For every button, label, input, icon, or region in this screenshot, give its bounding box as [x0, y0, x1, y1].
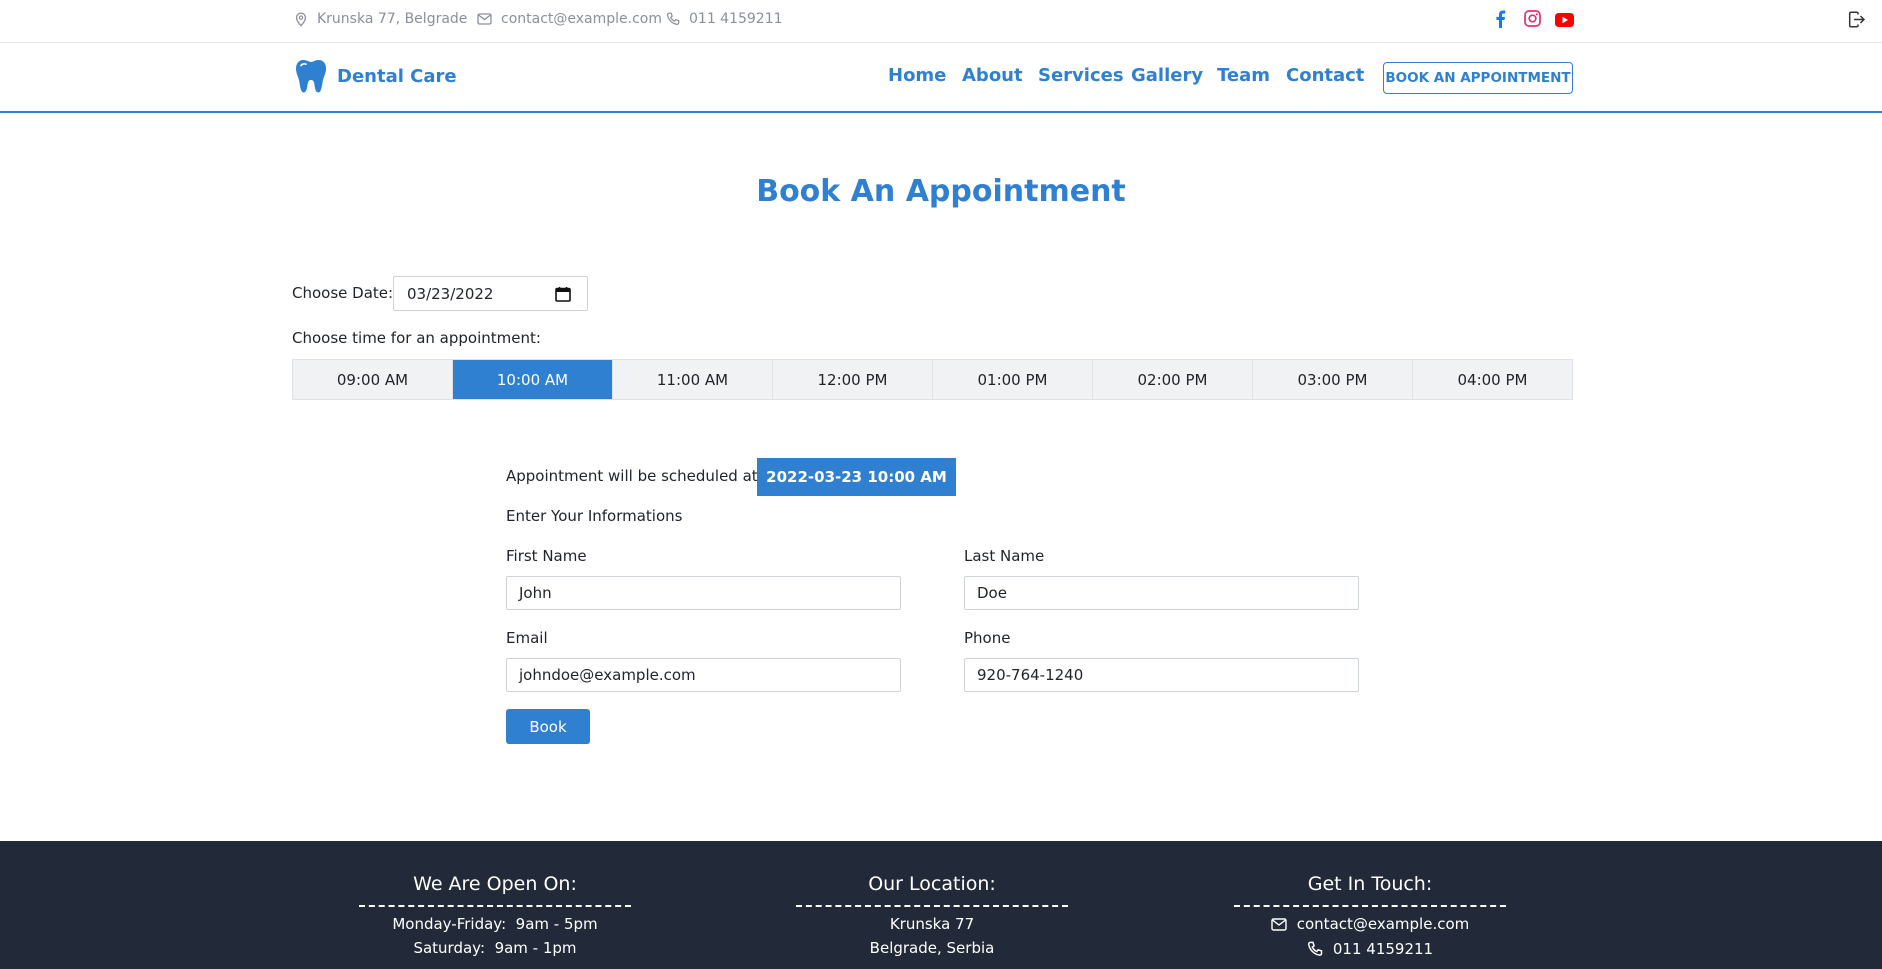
location-title: Our Location:	[796, 873, 1068, 907]
hours-row: Saturday: 9am - 1pm	[359, 939, 631, 957]
date-input[interactable]: 03/23/2022	[393, 276, 588, 311]
logout-icon[interactable]	[1848, 11, 1866, 32]
footer-email[interactable]: contact@example.com	[1234, 917, 1506, 932]
scheduled-datetime-badge: 2022-03-23 10:00 AM	[757, 458, 956, 496]
site-footer: We Are Open On: Monday-Friday: 9am - 5pm…	[0, 841, 1882, 969]
main-navbar: Dental Care Home About Services Gallery …	[0, 43, 1882, 113]
footer-hours: We Are Open On: Monday-Friday: 9am - 5pm…	[359, 841, 631, 957]
address-text: Krunska 77, Belgrade	[317, 11, 468, 27]
book-appointment-button[interactable]: BOOK AN APPOINTMENT	[1383, 62, 1573, 94]
first-name-label: First Name	[506, 547, 587, 565]
phone-label: Phone	[964, 629, 1011, 647]
envelope-icon	[477, 13, 492, 25]
date-label: Choose Date:	[292, 284, 394, 302]
hours-days: Saturday:	[413, 939, 486, 957]
phone-icon	[666, 12, 680, 25]
submit-book-button[interactable]: Book	[506, 709, 590, 744]
email-label: Email	[506, 629, 548, 647]
schedule-label: Appointment will be scheduled at:	[506, 467, 763, 485]
location-pin-icon	[295, 11, 307, 27]
email-info[interactable]: contact@example.com	[477, 11, 662, 27]
youtube-icon[interactable]	[1555, 12, 1574, 31]
time-slot[interactable]: 03:00 PM	[1253, 360, 1413, 399]
footer-location: Our Location: Krunska 77 Belgrade, Serbi…	[796, 841, 1068, 957]
nav-link-services[interactable]: Services	[1038, 65, 1124, 86]
footer-email-text[interactable]: contact@example.com	[1297, 917, 1470, 932]
last-name-label: Last Name	[964, 547, 1045, 565]
hours-time: 9am - 5pm	[515, 915, 598, 933]
time-label: Choose time for an appointment:	[292, 329, 541, 347]
time-slot-group: 09:00 AM 10:00 AM 11:00 AM 12:00 PM 01:0…	[292, 359, 1573, 400]
nav-link-about[interactable]: About	[962, 65, 1023, 86]
nav-link-home[interactable]: Home	[888, 65, 946, 86]
nav-link-gallery[interactable]: Gallery	[1131, 65, 1203, 86]
location-line: Belgrade, Serbia	[869, 939, 995, 957]
time-slot[interactable]: 11:00 AM	[613, 360, 773, 399]
info-heading: Enter Your Informations	[506, 507, 683, 525]
phone-info[interactable]: 011 4159211	[666, 11, 783, 27]
time-slot[interactable]: 01:00 PM	[933, 360, 1093, 399]
time-slot[interactable]: 04:00 PM	[1413, 360, 1572, 399]
top-info-bar: Krunska 77, Belgrade contact@example.com…	[0, 0, 1882, 43]
address-info: Krunska 77, Belgrade	[294, 11, 467, 27]
last-name-field[interactable]: Doe	[964, 576, 1359, 610]
brand-logo[interactable]: Dental Care	[295, 59, 457, 94]
phone-text[interactable]: 011 4159211	[689, 11, 783, 27]
hours-days: Monday-Friday:	[392, 915, 507, 933]
footer-contact: Get In Touch: contact@example.com 011 41…	[1234, 841, 1506, 957]
footer-phone-text[interactable]: 011 4159211	[1333, 942, 1433, 957]
instagram-icon[interactable]	[1524, 10, 1541, 31]
email-text[interactable]: contact@example.com	[501, 11, 662, 27]
hours-time: 9am - 1pm	[494, 939, 577, 957]
first-name-field[interactable]: John	[506, 576, 901, 610]
page-title: Book An Appointment	[756, 174, 1126, 209]
nav-link-contact[interactable]: Contact	[1286, 65, 1364, 86]
nav-link-team[interactable]: Team	[1217, 65, 1270, 86]
time-slot-selected[interactable]: 10:00 AM	[453, 360, 613, 399]
tooth-icon	[296, 60, 326, 93]
time-slot[interactable]: 12:00 PM	[773, 360, 933, 399]
calendar-icon[interactable]	[555, 286, 571, 302]
envelope-icon	[1271, 917, 1287, 931]
contact-title: Get In Touch:	[1234, 873, 1506, 907]
facebook-icon[interactable]	[1494, 10, 1507, 32]
date-value: 03/23/2022	[407, 284, 494, 303]
location-line: Krunska 77	[889, 915, 975, 933]
footer-phone[interactable]: 011 4159211	[1234, 941, 1506, 957]
phone-icon	[1307, 941, 1323, 956]
brand-name: Dental Care	[337, 66, 457, 87]
hours-row: Monday-Friday: 9am - 5pm	[359, 915, 631, 933]
hours-title: We Are Open On:	[359, 873, 631, 907]
email-field[interactable]: johndoe@example.com	[506, 658, 901, 692]
phone-field[interactable]: 920-764-1240	[964, 658, 1359, 692]
time-slot[interactable]: 02:00 PM	[1093, 360, 1253, 399]
time-slot[interactable]: 09:00 AM	[293, 360, 453, 399]
